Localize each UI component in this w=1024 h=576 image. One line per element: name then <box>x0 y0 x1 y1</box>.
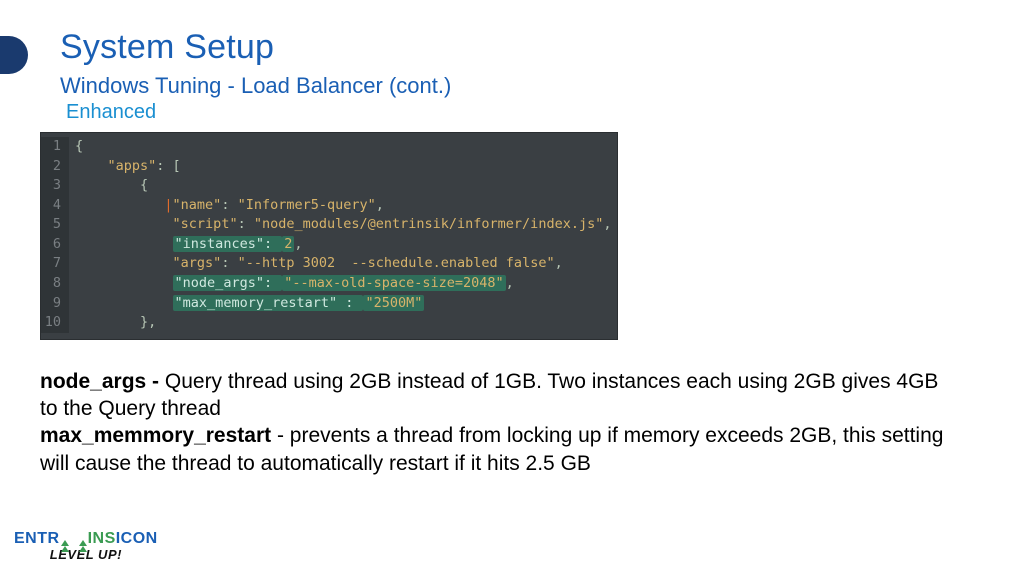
code-line: 9 "max_memory_restart" : "2500M" <box>41 294 617 314</box>
line-number: 4 <box>41 196 69 216</box>
code-token: : <box>238 216 254 232</box>
code-token: : <box>221 255 237 271</box>
slide-title: System Setup <box>60 28 984 67</box>
slide: System Setup Windows Tuning - Load Balan… <box>0 0 1024 576</box>
body-text: node_args - Query thread using 2GB inste… <box>40 368 944 477</box>
code-content: "apps": [ <box>69 157 617 177</box>
code-content: { <box>69 176 617 196</box>
code-token: : <box>221 197 237 213</box>
code-key: "args" <box>173 255 222 271</box>
accent-tab <box>0 36 28 74</box>
paragraph-node-args: node_args - Query thread using 2GB inste… <box>40 368 944 423</box>
code-line: 3 { <box>41 176 617 196</box>
code-content: "script": "node_modules/@entrinsik/infor… <box>69 215 617 235</box>
code-line: 10 }, <box>41 313 617 333</box>
line-number: 2 <box>41 157 69 177</box>
code-token: }, <box>140 314 156 330</box>
line-number: 9 <box>41 294 69 314</box>
code-value-highlighted: "2500M" <box>363 295 424 311</box>
code-token: , <box>506 275 514 291</box>
code-token: , <box>555 255 563 271</box>
desc-node-args: Query thread using 2GB instead of 1GB. T… <box>40 370 938 420</box>
chevron-up-icon <box>61 540 69 546</box>
code-token: { <box>75 138 83 154</box>
term-node-args: node_args - <box>40 370 165 393</box>
code-value: "--http 3002 --schedule.enabled false" <box>238 255 555 271</box>
code-key: "name" <box>173 197 222 213</box>
code-value: "Informer5-query" <box>238 197 376 213</box>
code-content: "args": "--http 3002 --schedule.enabled … <box>69 254 617 274</box>
code-line: 4 |"name": "Informer5-query", <box>41 196 617 216</box>
code-token: , <box>603 216 611 232</box>
code-content: "max_memory_restart" : "2500M" <box>69 294 617 314</box>
code-content: { <box>69 137 617 157</box>
slide-tag: Enhanced <box>66 101 984 124</box>
code-key-highlighted: "node_args": <box>173 275 283 291</box>
line-number: 7 <box>41 254 69 274</box>
chevron-up-icon <box>79 540 87 546</box>
code-line: 6 "instances": 2, <box>41 235 617 255</box>
code-token: : [ <box>156 158 180 174</box>
slide-subtitle: Windows Tuning - Load Balancer (cont.) <box>60 73 984 99</box>
code-content: |"name": "Informer5-query", <box>69 196 617 216</box>
line-number: 10 <box>41 313 69 333</box>
line-number: 3 <box>41 176 69 196</box>
code-key-highlighted: "max_memory_restart" : <box>173 295 364 311</box>
code-content: "node_args": "--max-old-space-size=2048"… <box>69 274 617 294</box>
code-line: 1{ <box>41 137 617 157</box>
logo-part3: ICON <box>116 530 158 548</box>
logo-part1: ENTR <box>14 530 60 548</box>
code-key: "apps" <box>108 158 157 174</box>
code-value: "node_modules/@entrinsik/informer/index.… <box>254 216 604 232</box>
line-number: 6 <box>41 235 69 255</box>
code-content: "instances": 2, <box>69 235 617 255</box>
code-value-highlighted: 2 <box>282 236 294 252</box>
logo: ENTR INS ICON LEVEL UP! <box>14 530 158 562</box>
code-token: , <box>294 236 302 252</box>
line-number: 1 <box>41 137 69 157</box>
code-line: 8 "node_args": "--max-old-space-size=204… <box>41 274 617 294</box>
cursor-icon: | <box>164 197 172 213</box>
logo-part2: INS <box>88 530 116 548</box>
line-number: 5 <box>41 215 69 235</box>
code-value-highlighted: "--max-old-space-size=2048" <box>282 275 505 291</box>
logo-chevrons-icon <box>61 540 87 546</box>
code-key-highlighted: "instances": <box>173 236 283 252</box>
line-number: 8 <box>41 274 69 294</box>
code-line: 2 "apps": [ <box>41 157 617 177</box>
code-token: { <box>140 177 148 193</box>
code-line: 5 "script": "node_modules/@entrinsik/inf… <box>41 215 617 235</box>
code-line: 7 "args": "--http 3002 --schedule.enable… <box>41 254 617 274</box>
code-key: "script" <box>173 216 238 232</box>
code-token: , <box>376 197 384 213</box>
code-content: }, <box>69 313 617 333</box>
paragraph-max-memory: max_memmory_restart - prevents a thread … <box>40 422 944 477</box>
term-max-memory: max_memmory_restart <box>40 424 271 447</box>
code-block: 1{2 "apps": [3 {4 |"name": "Informer5-qu… <box>40 132 618 340</box>
logo-wordmark: ENTR INS ICON <box>14 530 158 548</box>
